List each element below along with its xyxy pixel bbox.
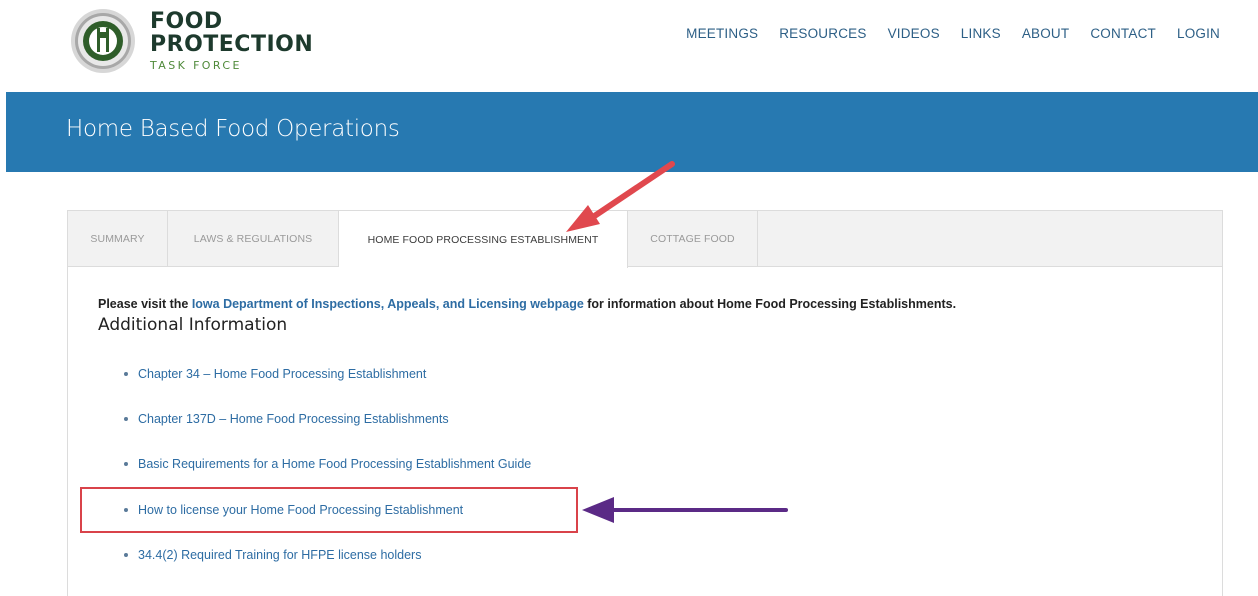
iowa-dial-link[interactable]: Iowa Department of Inspections, Appeals,… [192, 297, 584, 311]
additional-info-heading: Additional Information [98, 315, 288, 335]
logo-icon[interactable] [70, 8, 136, 74]
bullet-icon [124, 552, 128, 557]
link-basic-requirements[interactable]: Basic Requirements for a Home Food Proce… [138, 457, 531, 471]
link-required-training[interactable]: 34.4(2) Required Training for HFPE licen… [138, 548, 421, 562]
list-item[interactable]: 34.4(2) Required Training for HFPE licen… [124, 548, 421, 562]
link-chapter-34[interactable]: Chapter 34 – Home Food Processing Establ… [138, 367, 426, 381]
list-item[interactable]: Chapter 34 – Home Food Processing Establ… [124, 367, 426, 381]
highlight-box [80, 487, 578, 533]
intro-suffix: for information about Home Food Processi… [583, 297, 957, 311]
nav-meetings[interactable]: MEETINGS [686, 26, 758, 41]
bullet-icon [124, 371, 128, 376]
tab-bar: SUMMARY LAWS & REGULATIONS HOME FOOD PRO… [68, 211, 1222, 268]
list-item[interactable]: Chapter 137D – Home Food Processing Esta… [124, 412, 449, 426]
tab-home-food-processing[interactable]: HOME FOOD PROCESSING ESTABLISHMENT [339, 211, 628, 268]
tab-laws-regulations[interactable]: LAWS & REGULATIONS [168, 211, 339, 267]
tab-cottage-food[interactable]: COTTAGE FOOD [628, 211, 758, 267]
tab-summary[interactable]: SUMMARY [68, 211, 168, 267]
logo-line-food: FOOD [150, 9, 223, 34]
bullet-icon [124, 416, 128, 421]
tabbed-content: SUMMARY LAWS & REGULATIONS HOME FOOD PRO… [67, 210, 1223, 596]
site-header: FOOD PROTECTION TASK FORCE MEETINGS RESO… [0, 0, 1258, 92]
nav-about[interactable]: ABOUT [1022, 26, 1070, 41]
logo-line-task-force: TASK FORCE [150, 59, 242, 72]
nav-login[interactable]: LOGIN [1177, 26, 1220, 41]
bullet-icon [124, 461, 128, 466]
page-title: Home Based Food Operations [66, 116, 400, 142]
intro-prefix: Please visit the [98, 297, 192, 311]
nav-videos[interactable]: VIDEOS [888, 26, 940, 41]
intro-text: Please visit the Iowa Department of Insp… [98, 297, 956, 311]
logo-wordmark[interactable]: FOOD PROTECTION TASK FORCE [150, 10, 313, 72]
logo-line-protection: PROTECTION [150, 32, 314, 57]
link-chapter-137d[interactable]: Chapter 137D – Home Food Processing Esta… [138, 412, 449, 426]
nav-resources[interactable]: RESOURCES [779, 26, 866, 41]
nav-contact[interactable]: CONTACT [1090, 26, 1156, 41]
list-item[interactable]: Basic Requirements for a Home Food Proce… [124, 457, 531, 471]
main-nav: MEETINGS RESOURCES VIDEOS LINKS ABOUT CO… [686, 26, 1220, 41]
nav-links[interactable]: LINKS [961, 26, 1001, 41]
page-banner: Home Based Food Operations [6, 92, 1258, 172]
